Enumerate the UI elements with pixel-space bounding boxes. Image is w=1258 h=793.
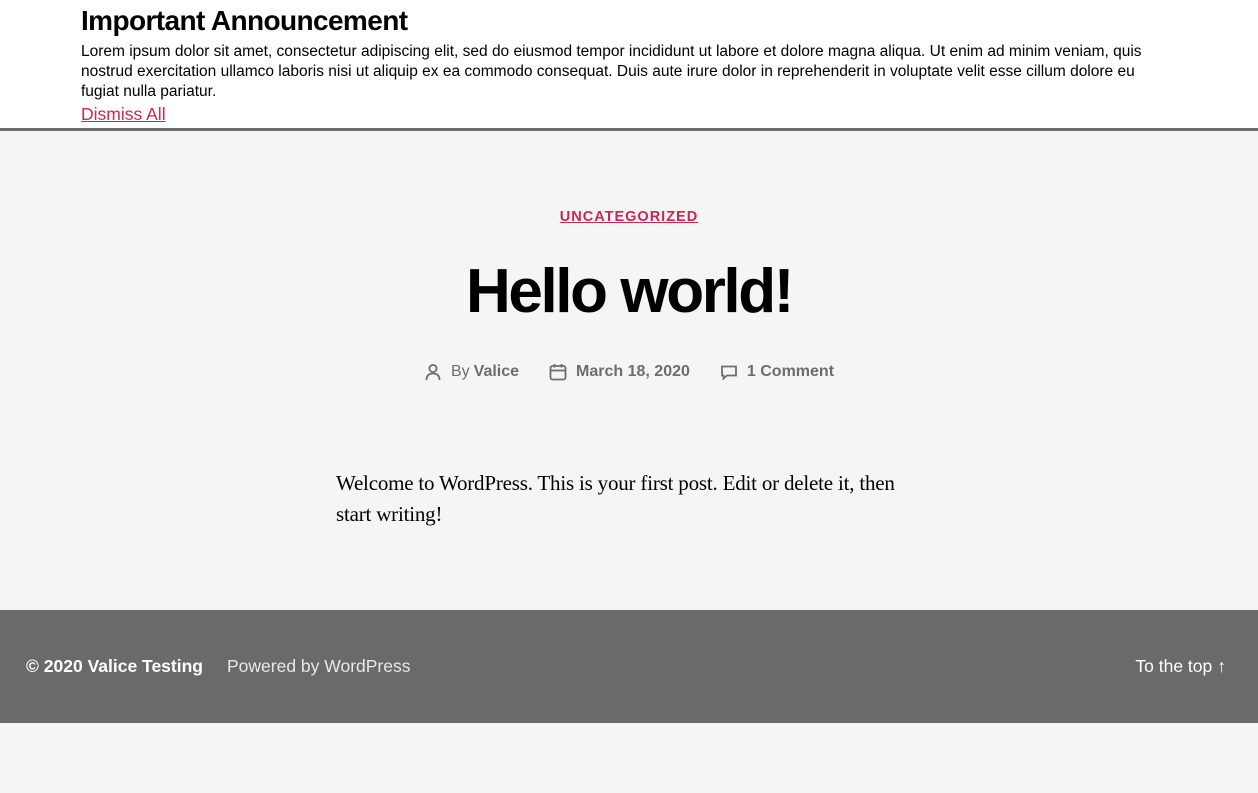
comment-icon bbox=[720, 365, 737, 381]
dismiss-all-link[interactable]: Dismiss All bbox=[81, 103, 166, 125]
powered-by-link[interactable]: Powered by WordPress bbox=[227, 656, 411, 677]
footer-copyright: © 2020 Valice Testing bbox=[26, 656, 203, 677]
comments-link[interactable]: 1 Comment bbox=[747, 363, 834, 381]
post-author: By Valice bbox=[424, 363, 519, 381]
copyright-text: © 2020 bbox=[26, 656, 83, 676]
site-footer: © 2020 Valice Testing Powered by WordPre… bbox=[0, 610, 1258, 723]
to-the-top-link[interactable]: To the top ↑ bbox=[1135, 656, 1226, 677]
author-prefix: By bbox=[450, 363, 470, 380]
announcement-content: Important Announcement Lorem ipsum dolor… bbox=[81, 4, 1161, 125]
post-header: Uncategorized Hello world! bbox=[0, 208, 1258, 328]
post-comments: 1 Comment bbox=[720, 363, 834, 381]
post-date: March 18, 2020 bbox=[549, 363, 690, 381]
announcement-text: Lorem ipsum dolor sit amet, consectetur … bbox=[81, 43, 1142, 100]
post-meta: By Valice March 18, 2020 1 Comment bbox=[0, 363, 1258, 381]
post-title: Hello world! bbox=[466, 257, 794, 326]
user-icon bbox=[425, 364, 441, 381]
calendar-icon bbox=[549, 364, 567, 381]
category-link[interactable]: Uncategorized bbox=[560, 209, 698, 225]
arrow-up-icon: ↑ bbox=[1217, 656, 1226, 676]
date-link[interactable]: March 18, 2020 bbox=[576, 363, 690, 381]
author-link[interactable]: Valice bbox=[474, 363, 519, 381]
post-content: Welcome to WordPress. This is your first… bbox=[336, 468, 896, 530]
announcement-banner: Important Announcement Lorem ipsum dolor… bbox=[0, 0, 1258, 131]
announcement-title: Important Announcement bbox=[81, 5, 408, 36]
to-top-label: To the top bbox=[1135, 656, 1213, 676]
site-name-link[interactable]: Valice Testing bbox=[88, 656, 203, 676]
post-body-paragraph: Welcome to WordPress. This is your first… bbox=[336, 471, 895, 526]
footer-credits: © 2020 Valice Testing Powered by WordPre… bbox=[26, 656, 411, 677]
